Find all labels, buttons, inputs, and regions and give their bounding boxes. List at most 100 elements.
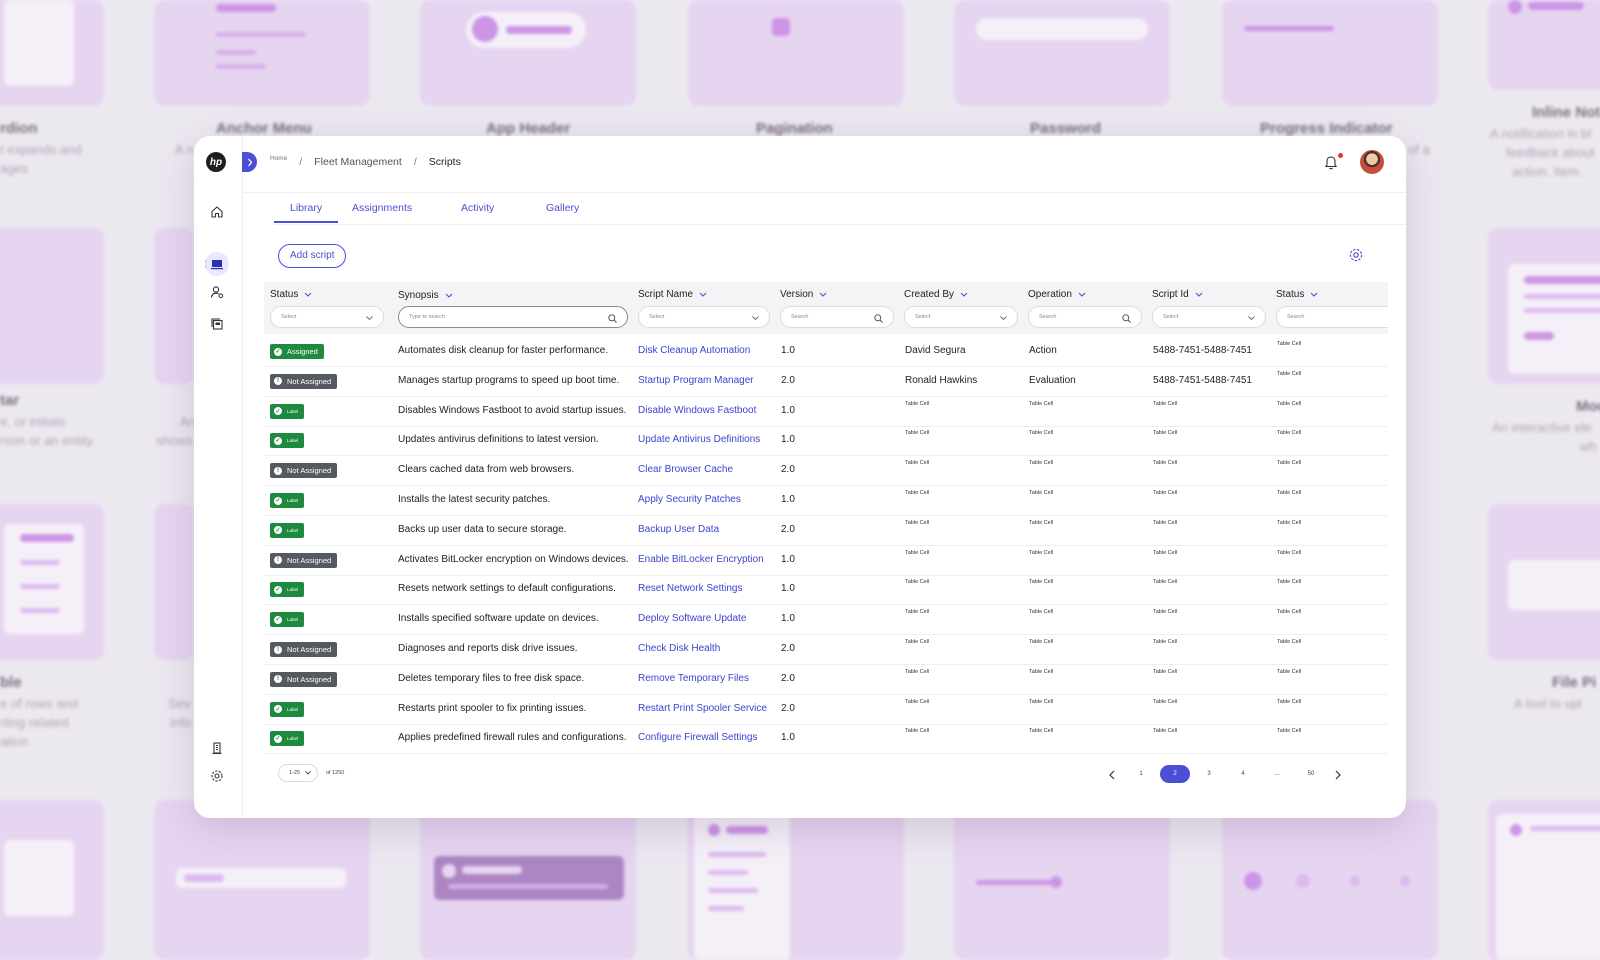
column-header-status-2[interactable]: Status <box>1276 289 1318 300</box>
created-by-cell: David Segura <box>905 345 966 356</box>
synopsis-search-input[interactable]: Type to search <box>398 306 628 328</box>
column-header-operation[interactable]: Operation <box>1028 289 1086 300</box>
chevron-down-icon <box>1248 316 1255 320</box>
status-cell: Table Cell <box>1277 609 1302 616</box>
created-by-cell: Ronald Hawkins <box>905 374 978 386</box>
bg-card <box>688 0 904 106</box>
reports-icon[interactable] <box>205 312 229 336</box>
script-name-link[interactable]: Remove Temporary Files <box>638 673 749 684</box>
per-page-select[interactable]: 1-25 <box>278 764 318 782</box>
page-button[interactable]: 4 <box>1228 765 1258 783</box>
bg-desc: e, or initials <box>0 414 66 429</box>
table-row[interactable]: ! Not Assigned Deletes temporary files to … <box>264 664 1388 695</box>
status-search-input[interactable]: Search <box>1276 306 1388 328</box>
script-name-link[interactable]: Update Antivirus Definitions <box>638 434 760 445</box>
table-row[interactable]: ✓ Label Updates antivirus definitions to l… <box>264 425 1388 457</box>
column-header-synopsis[interactable]: Synopsis <box>398 290 453 301</box>
status-filter-select[interactable]: Select <box>270 306 384 328</box>
table-row[interactable]: ! Not Assigned Activates BitLocker encrypt… <box>264 545 1388 576</box>
breadcrumb-home[interactable]: Home <box>270 155 287 162</box>
next-page-icon[interactable] <box>1332 768 1344 780</box>
table-row[interactable]: ✓ Label Resets network settings to default… <box>264 574 1388 606</box>
tab-activity[interactable]: Activity <box>461 202 494 214</box>
table-row[interactable]: ✓ Label Restarts print spooler to fix prin… <box>264 694 1388 725</box>
prev-page-icon[interactable] <box>1106 768 1118 780</box>
user-avatar[interactable] <box>1360 150 1384 174</box>
bg-title: ble <box>0 674 22 691</box>
table-row[interactable]: ✓ Label Disables Windows Fastboot to avoid… <box>264 396 1388 427</box>
table-settings-icon[interactable] <box>1348 247 1364 263</box>
version-cell: 1.0 <box>781 494 795 505</box>
user-settings-icon[interactable] <box>205 280 229 304</box>
column-header-script-name[interactable]: Script Name <box>638 289 707 300</box>
page-button[interactable]: 50 <box>1296 765 1326 783</box>
synopsis-cell: Resets network settings to default confi… <box>398 583 616 595</box>
script-name-link[interactable]: Deploy Software Update <box>638 613 746 624</box>
script-name-link[interactable]: Restart Print Spooler Service <box>638 703 767 714</box>
bg-title: Anchor Menu <box>216 120 312 137</box>
script-id-cell: Table Cell <box>1153 400 1178 407</box>
tab-library[interactable]: Library <box>273 202 339 223</box>
version-search-input[interactable]: Search <box>780 306 894 328</box>
status-badge: ✓ Label <box>270 493 305 508</box>
table-row[interactable]: ✓ Label Backs up user data to secure stora… <box>264 515 1388 546</box>
building-icon[interactable] <box>205 736 229 760</box>
page-button-current[interactable]: 2 <box>1160 765 1190 783</box>
script-name-link[interactable]: Apply Security Patches <box>638 494 741 505</box>
table-row[interactable]: ! Not Assigned Clears cached data from web… <box>264 455 1388 487</box>
script-name-link[interactable]: Configure Firewall Settings <box>638 732 758 743</box>
created-by-cell: Table Cell <box>905 490 930 496</box>
column-header-script-id[interactable]: Script Id <box>1152 289 1203 300</box>
created-by-cell: Table Cell <box>905 609 930 616</box>
script-id-cell: 5488-7451-5488-7451 <box>1153 374 1252 386</box>
page-button[interactable]: 3 <box>1194 765 1224 783</box>
settings-icon[interactable] <box>205 764 229 788</box>
script-id-filter-select[interactable]: Select <box>1152 306 1266 328</box>
script-name-link[interactable]: Enable BitLocker Encryption <box>638 554 764 565</box>
script-name-link[interactable]: Clear Browser Cache <box>638 464 733 475</box>
version-cell: 1.0 <box>781 583 795 595</box>
version-cell: 2.0 <box>781 523 795 535</box>
add-script-button[interactable]: Add script <box>278 244 347 268</box>
script-name-link[interactable]: Disable Windows Fastboot <box>638 405 756 416</box>
side-rail: hp <box>194 136 243 818</box>
device-icon[interactable] <box>205 252 229 276</box>
version-cell: 1.0 <box>781 345 795 356</box>
bg-desc: feedback about <box>1506 145 1595 160</box>
script-name-link[interactable]: Disk Cleanup Automation <box>638 345 750 356</box>
column-header-version[interactable]: Version <box>780 289 827 300</box>
home-icon[interactable] <box>205 200 229 224</box>
script-name-link[interactable]: Backup User Data <box>638 524 719 535</box>
bg-desc: info <box>170 715 191 730</box>
bg-desc: A notification in bl <box>1490 126 1592 141</box>
created-by-filter-select[interactable]: Select <box>904 306 1018 328</box>
created-by-cell: Table Cell <box>905 579 930 586</box>
column-header-created-by[interactable]: Created By <box>904 289 968 300</box>
table-row[interactable]: ! Not Assigned Diagnoses and reports disk … <box>264 634 1388 665</box>
check-circle-icon: ✓ <box>274 615 282 624</box>
breadcrumb-fleet-management[interactable]: Fleet Management <box>314 156 402 168</box>
column-header-status[interactable]: Status <box>270 289 312 300</box>
status-badge-label: Not Assigned <box>287 466 332 476</box>
tab-assignments[interactable]: Assignments <box>352 202 412 214</box>
bg-desc: shows <box>156 433 193 448</box>
table-row[interactable]: ! Not Assigned Manages startup programs to… <box>264 366 1388 397</box>
info-icon: ! <box>274 675 282 684</box>
chevron-down-icon <box>445 293 452 298</box>
table-row[interactable]: ✓ Label Installs specified software update… <box>264 604 1388 636</box>
status-badge: ✓ Label <box>270 582 305 598</box>
created-by-cell: Table Cell <box>905 519 930 526</box>
table-row[interactable]: ✓ Label Installs the latest security patch… <box>264 485 1388 516</box>
script-name-link[interactable]: Reset Network Settings <box>638 583 743 594</box>
status-cell: Table Cell <box>1277 370 1302 377</box>
tab-gallery[interactable]: Gallery <box>546 202 579 214</box>
bg-card <box>1488 800 1600 960</box>
page-button[interactable]: 1 <box>1126 765 1156 783</box>
operation-search-input[interactable]: Search <box>1028 306 1142 328</box>
script-name-link[interactable]: Startup Program Manager <box>638 375 754 386</box>
script-name-link[interactable]: Check Disk Health <box>638 643 720 654</box>
script-name-filter-select[interactable]: Select <box>638 306 770 328</box>
breadcrumb-current: Scripts <box>428 156 461 168</box>
table-row[interactable]: ✓ Assigned Automates disk cleanup for fast… <box>264 336 1388 367</box>
table-row[interactable]: ✓ Label Applies predefined firewall rules … <box>264 723 1388 755</box>
